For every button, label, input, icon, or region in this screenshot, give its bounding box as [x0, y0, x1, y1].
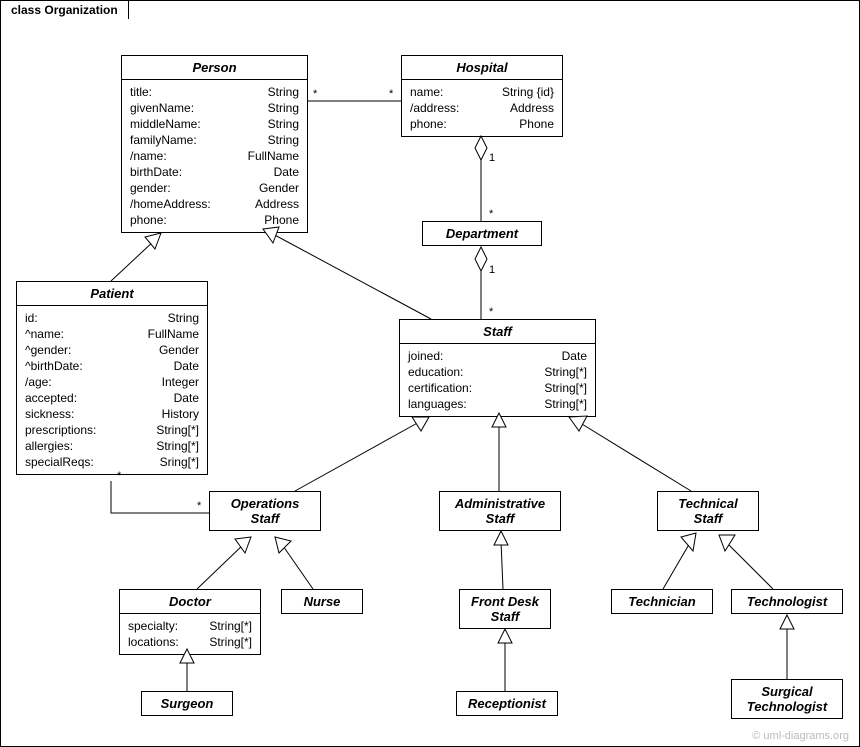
class-body: joined:Dateeducation:String[*]certificat… — [400, 344, 595, 416]
class-technologist: Technologist — [731, 589, 843, 614]
class-title: Patient — [17, 282, 207, 306]
class-title: Operations Staff — [210, 492, 320, 530]
class-front-desk-staff: Front Desk Staff — [459, 589, 551, 629]
mult-label: * — [489, 306, 494, 318]
class-technical-staff: Technical Staff — [657, 491, 759, 531]
class-patient: Patient id:String^name:FullName^gender:G… — [16, 281, 208, 475]
class-person: Person title:StringgivenName:Stringmiddl… — [121, 55, 308, 233]
class-body: title:StringgivenName:StringmiddleName:S… — [122, 80, 307, 232]
class-technician: Technician — [611, 589, 713, 614]
triangle-icon — [498, 629, 512, 643]
class-administrative-staff: Administrative Staff — [439, 491, 561, 531]
diagram-frame: class Organization Person title:Stringgi… — [0, 0, 860, 747]
class-title: Surgeon — [142, 692, 232, 715]
class-title: Surgical Technologist — [732, 680, 842, 718]
class-title: Technical Staff — [658, 492, 758, 530]
class-body: id:String^name:FullName^gender:Gender^bi… — [17, 306, 207, 474]
mult-label: * — [489, 208, 494, 220]
triangle-icon — [494, 531, 508, 545]
class-title: Doctor — [120, 590, 260, 614]
class-receptionist: Receptionist — [456, 691, 558, 716]
class-body: specialty:String[*]locations:String[*] — [120, 614, 260, 654]
class-title: Front Desk Staff — [460, 590, 550, 628]
class-title: Receptionist — [457, 692, 557, 715]
class-nurse: Nurse — [281, 589, 363, 614]
watermark: © uml-diagrams.org — [752, 730, 849, 742]
class-title: Staff — [400, 320, 595, 344]
class-title: Person — [122, 56, 307, 80]
class-title: Technician — [612, 590, 712, 613]
triangle-icon — [569, 416, 587, 431]
triangle-icon — [275, 537, 291, 553]
mult-label: 1 — [489, 264, 495, 276]
class-hospital: Hospital name:String {id}/address:Addres… — [401, 55, 563, 137]
class-title: Hospital — [402, 56, 562, 80]
class-title: Nurse — [282, 590, 362, 613]
mult-label: * — [313, 88, 318, 100]
triangle-icon — [412, 417, 429, 431]
diamond-icon — [475, 136, 487, 160]
class-surgeon: Surgeon — [141, 691, 233, 716]
class-title: Technologist — [732, 590, 842, 613]
class-body: name:String {id}/address:Addressphone:Ph… — [402, 80, 562, 136]
diamond-icon — [475, 247, 487, 271]
mult-label: 1 — [489, 152, 495, 164]
triangle-icon — [780, 615, 794, 629]
class-title: Department — [423, 222, 541, 245]
triangle-icon — [719, 535, 735, 551]
mult-label: * — [389, 88, 394, 100]
class-department: Department — [422, 221, 542, 246]
frame-title-tab: class Organization — [0, 0, 129, 19]
triangle-icon — [681, 533, 696, 551]
class-doctor: Doctor specialty:String[*]locations:Stri… — [119, 589, 261, 655]
class-operations-staff: Operations Staff — [209, 491, 321, 531]
class-title: Administrative Staff — [440, 492, 560, 530]
mult-label: * — [197, 500, 202, 512]
frame-title: class Organization — [11, 3, 118, 17]
triangle-icon — [145, 233, 161, 249]
class-surgical-technologist: Surgical Technologist — [731, 679, 843, 719]
class-staff: Staff joined:Dateeducation:String[*]cert… — [399, 319, 596, 417]
triangle-icon — [235, 537, 251, 553]
